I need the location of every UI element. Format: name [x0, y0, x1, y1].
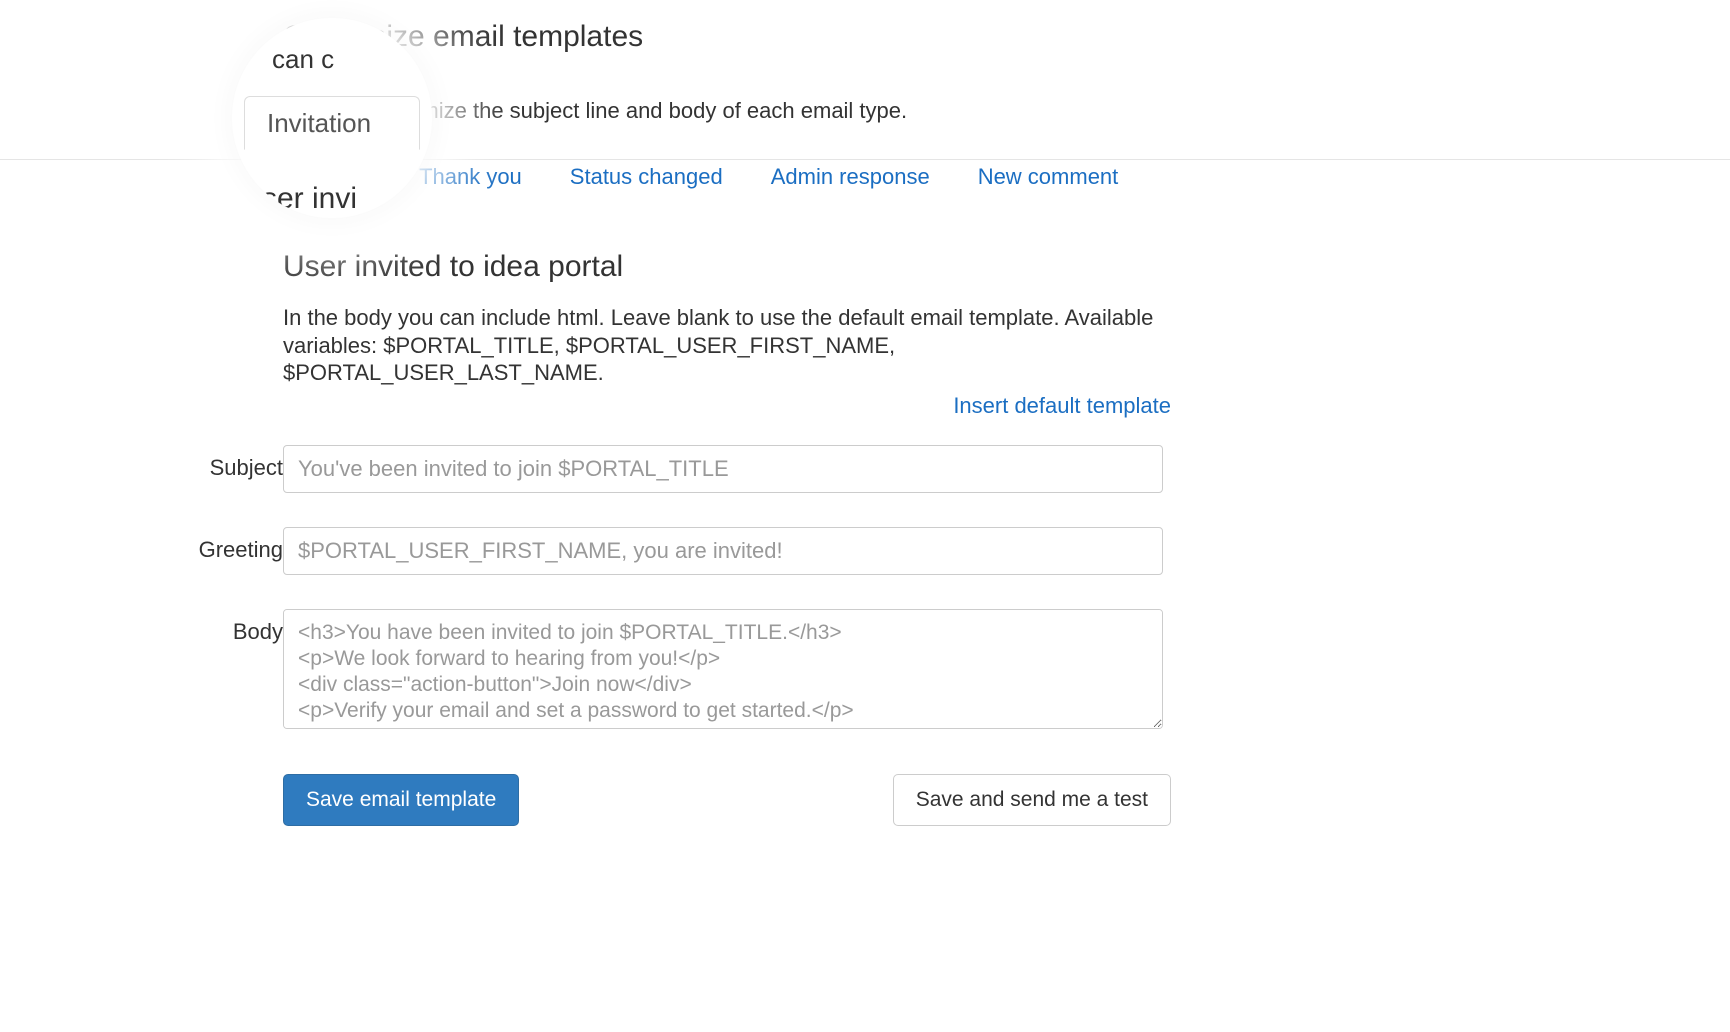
- magnifier-active-tab: Invitation: [244, 96, 420, 150]
- tabs: Invitation Thank you Status changed Admi…: [283, 164, 1453, 190]
- greeting-label: Greeting: [173, 527, 283, 563]
- tab-thank-you[interactable]: Thank you: [419, 164, 522, 190]
- magnifier-trunc-bottom: ser invi: [262, 182, 357, 216]
- section-heading: User invited to idea portal: [283, 250, 1453, 284]
- page-title: Customize email templates: [283, 0, 1453, 54]
- save-button[interactable]: Save email template: [283, 774, 519, 826]
- magnifier-active-tab-label: Invitation: [267, 108, 371, 139]
- insert-default-template-link[interactable]: Insert default template: [953, 393, 1171, 418]
- subject-label: Subject: [173, 445, 283, 481]
- body-label: Body: [173, 609, 283, 645]
- greeting-input[interactable]: [283, 527, 1163, 575]
- tab-admin-response[interactable]: Admin response: [771, 164, 930, 190]
- body-textarea[interactable]: [283, 609, 1163, 729]
- tab-status-changed[interactable]: Status changed: [570, 164, 723, 190]
- page-description: You can customize the subject line and b…: [283, 98, 1453, 124]
- subject-input[interactable]: [283, 445, 1163, 493]
- section-description: In the body you can include html. Leave …: [283, 304, 1183, 387]
- save-and-test-button[interactable]: Save and send me a test: [893, 774, 1171, 826]
- magnifier-trunc-top: can c: [272, 44, 334, 75]
- tab-new-comment[interactable]: New comment: [978, 164, 1119, 190]
- magnifier-callout: can c Invitation ser invi: [232, 18, 432, 218]
